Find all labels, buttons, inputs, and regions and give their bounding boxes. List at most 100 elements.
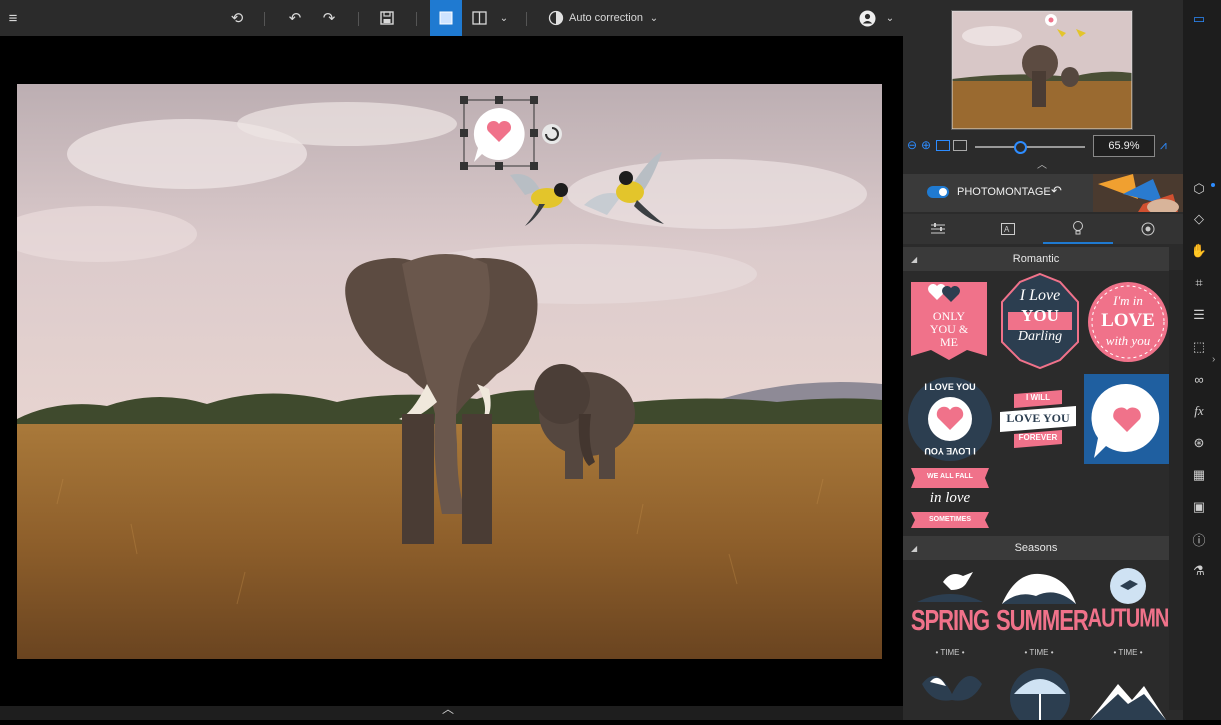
single-view-button[interactable] [430, 0, 462, 36]
sticker-butterfly[interactable] [912, 664, 992, 720]
sticker-autumn[interactable]: AUTUMN • TIME • [1086, 566, 1170, 662]
toolbar-separator [358, 12, 359, 26]
zoom-out-icon[interactable]: ⊖ [907, 138, 917, 152]
sticker-text: I'm in [1113, 293, 1143, 308]
tab-text[interactable]: A [973, 214, 1043, 244]
section-header-seasons[interactable]: ◢ Seasons [903, 536, 1169, 560]
sticker-text: • TIME • [1024, 648, 1054, 657]
zoom-slider-handle[interactable] [1014, 141, 1027, 154]
sticker-text: SUMMER [996, 604, 1089, 637]
chevron-down-icon[interactable]: ⌄ [496, 6, 512, 30]
crop-icon[interactable]: ⌗ [1188, 272, 1210, 294]
sticker-im-in-love-with-you[interactable]: I'm in LOVE with you [1086, 280, 1170, 364]
sticker-text: I LOVE YOU [924, 382, 976, 392]
top-toolbar: ≡ ⟲ ↶ ↷ ⌄ Auto correction ⌄ ⌄ [0, 0, 903, 36]
split-view-button[interactable] [468, 6, 490, 30]
stickers-tool-icon[interactable]: ⬡ [1188, 178, 1210, 200]
auto-correction-label[interactable]: Auto correction [569, 6, 643, 30]
photo[interactable] [17, 84, 882, 659]
zoom-input[interactable]: 65.9% [1093, 135, 1155, 157]
selected-heart-sticker[interactable] [460, 96, 562, 170]
user-avatar-icon[interactable] [857, 6, 877, 30]
sticker-i-will-love-you-forever[interactable]: I WILL LOVE YOU FOREVER [996, 384, 1080, 452]
photomontage-label: PHOTOMONTAGE [957, 186, 1051, 198]
photomontage-toggle[interactable] [927, 186, 949, 198]
menu-icon[interactable]: ≡ [4, 6, 22, 30]
sticker-umbrella[interactable] [1000, 664, 1080, 725]
sticker-only-you-and-me[interactable]: ONLY YOU & ME [907, 278, 991, 364]
bird-sticker[interactable] [582, 150, 668, 228]
navigator-thumbnail[interactable] [951, 10, 1133, 130]
sticker-we-all-fall-in-love[interactable]: WE ALL FALL in love SOMETIMES [907, 466, 993, 528]
section-header-romantic[interactable]: ◢ Romantic [903, 247, 1169, 271]
collapse-triangle-icon[interactable]: ◢ [911, 255, 917, 264]
tab-adjust[interactable] [903, 214, 973, 244]
chevron-up-icon[interactable]: ︿ [442, 700, 454, 717]
eraser-icon[interactable]: ◇ [1188, 208, 1210, 230]
rotate-right-icon[interactable]: ↷ [318, 6, 340, 30]
selection-icon[interactable]: ⬚ [1188, 336, 1210, 358]
zoom-in-icon[interactable]: ⊕ [921, 138, 931, 152]
sticker-text: LOVE [1101, 310, 1155, 331]
fit-screen-icon[interactable] [936, 140, 950, 151]
chevron-down-icon[interactable]: ⌄ [646, 6, 662, 30]
tab-stickers[interactable] [1043, 214, 1113, 244]
sticker-text: YOU [1021, 306, 1059, 325]
sticker-text: I Love [1019, 287, 1061, 304]
sticker-text: I WILL [1026, 393, 1050, 402]
save-icon[interactable] [376, 6, 398, 30]
panel-tabs: A [903, 214, 1183, 244]
texture-icon[interactable]: ▦ [1188, 464, 1210, 486]
expand-chevron-icon[interactable]: › [1212, 354, 1215, 365]
sticker-text: LOVE YOU [1006, 411, 1070, 425]
undo-icon[interactable]: ⟲ [226, 6, 248, 30]
glasses-icon[interactable]: ∞ [1188, 368, 1210, 390]
layers-icon[interactable]: ▭ [1188, 8, 1210, 30]
bird-sticker[interactable] [505, 160, 575, 228]
active-dot [1211, 183, 1215, 187]
sticker-spring[interactable]: SPRING • TIME • [907, 566, 993, 662]
sticker-text: FOREVER [1018, 433, 1058, 442]
toolbar-separator [526, 12, 527, 26]
section-title: Romantic [1012, 253, 1060, 265]
collapse-triangle-icon[interactable]: ◢ [911, 544, 917, 553]
sticker-i-love-you-darling[interactable]: I Love YOU Darling [1000, 272, 1080, 370]
histogram-icon[interactable]: ⩘ [1160, 138, 1167, 153]
photomontage-bar: PHOTOMONTAGE ↶ [903, 174, 1183, 212]
panel-scrollbar[interactable] [1169, 270, 1183, 710]
section-title: Seasons [1014, 542, 1058, 554]
sticker-summer[interactable]: SUMMER • TIME • [996, 566, 1089, 662]
color-wheel-icon[interactable]: ⊛ [1188, 432, 1210, 454]
adjust-sliders-icon[interactable]: ☰ [1188, 304, 1210, 326]
auto-correction-toggle[interactable] [546, 6, 566, 30]
frame-icon[interactable]: ▣ [1188, 496, 1210, 518]
sticker-text: WE ALL FALL [927, 473, 973, 480]
actual-size-icon[interactable] [953, 140, 967, 151]
sticker-text: • TIME • [1113, 648, 1143, 657]
svg-text:A: A [1004, 225, 1010, 234]
tab-frames[interactable] [1113, 214, 1183, 244]
sticker-text: in love [929, 490, 971, 506]
sticker-text: AUTUMN [1087, 604, 1170, 634]
chevron-up-icon[interactable]: ︿ [1037, 156, 1047, 171]
sticker-i-love-you-circle[interactable]: I LOVE YOU I LOVE YOU [907, 376, 993, 462]
toolbar-separator [416, 12, 417, 26]
sticker-text: ME [940, 335, 958, 349]
hand-icon[interactable]: ✋ [1188, 240, 1210, 262]
sticker-text: I LOVE YOU [924, 446, 976, 456]
sticker-text: with you [1105, 333, 1151, 348]
chevron-down-icon[interactable]: ⌄ [882, 6, 898, 30]
sticker-text: SPRING [910, 604, 990, 637]
flask-icon[interactable]: ⚗ [1188, 560, 1210, 582]
effects-fx-icon[interactable]: fx [1188, 400, 1210, 422]
sticker-text: Darling [1017, 329, 1063, 344]
zoom-slider-track[interactable] [975, 146, 1085, 148]
reset-icon[interactable]: ↶ [1051, 183, 1062, 199]
rotate-left-icon[interactable]: ↶ [284, 6, 306, 30]
sticker-text: SOMETIMES [928, 516, 971, 523]
filmstrip-bar: ︿ [0, 702, 903, 720]
info-icon[interactable]: ⓘ [1188, 528, 1210, 550]
sticker-mountains[interactable] [1088, 664, 1168, 720]
sticker-heart-speech-bubble[interactable] [1084, 374, 1170, 464]
zoom-controls: ⊖ ⊕ 65.9% ⩘ ︿ [903, 134, 1183, 171]
